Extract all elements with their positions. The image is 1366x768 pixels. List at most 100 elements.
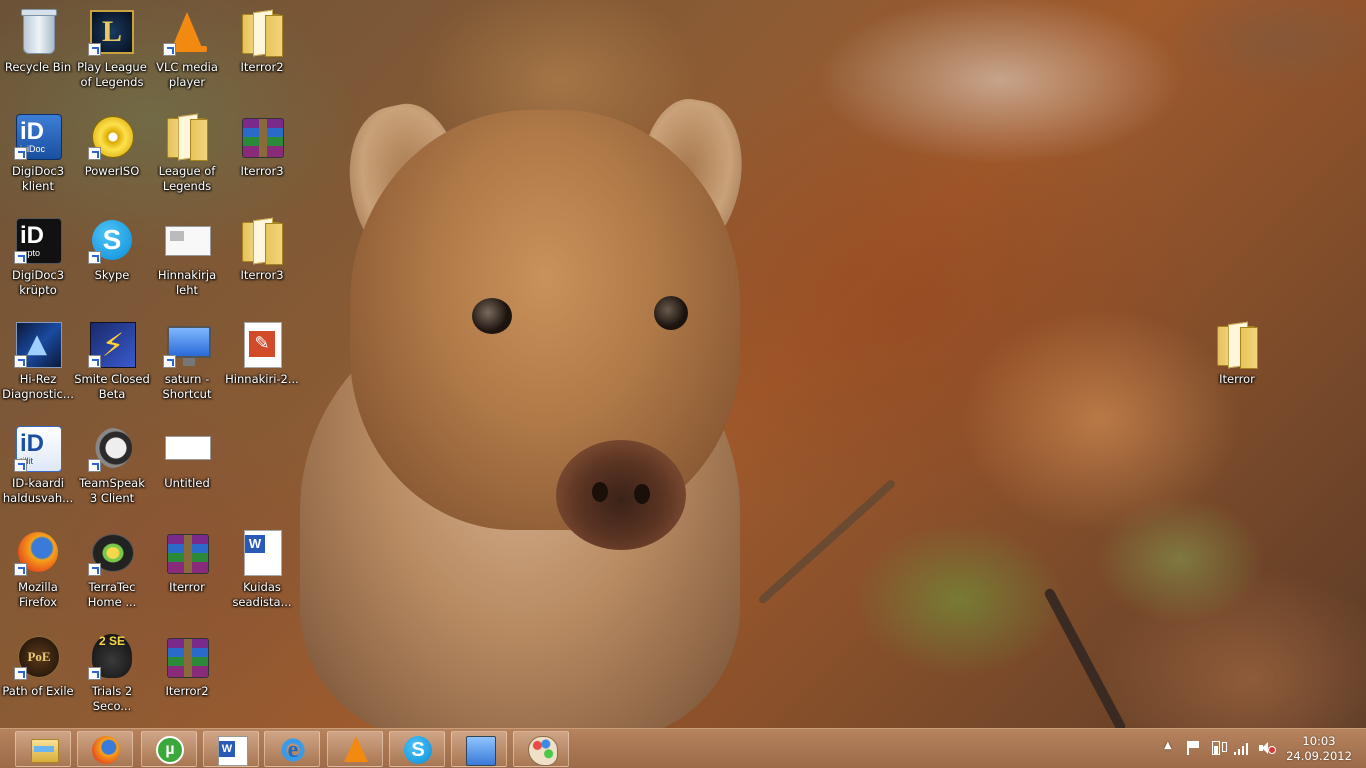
vlc-icon: [163, 8, 211, 56]
desktop-icon-hi-rez-diagnostic[interactable]: Hi-Rez Diagnostic...: [0, 320, 76, 402]
digidoc-glyph: iD: [20, 118, 44, 145]
desktop-icon-iterror3-folder[interactable]: Iterror3: [224, 216, 300, 283]
desktop-icon-mozilla-firefox[interactable]: Mozilla Firefox: [0, 528, 76, 610]
power-plug-icon: [1222, 742, 1227, 752]
desktop-icon-league-of-legends-folder[interactable]: League of Legends: [149, 112, 225, 194]
show-hidden-icons-chevron-icon[interactable]: ▲: [1164, 740, 1172, 751]
taskbar-button-internet-explorer[interactable]: e: [264, 731, 320, 767]
shortcut-arrow-icon: [14, 251, 27, 264]
skype-icon: S: [404, 736, 432, 764]
desktop-icon-iterror-archive[interactable]: Iterror: [149, 528, 225, 595]
desktop-icon-untitled[interactable]: Untitled: [149, 424, 225, 491]
taskbar-button-control-panel[interactable]: [451, 731, 507, 767]
desktop-icon-iterror-folder[interactable]: Iterror: [1199, 320, 1275, 387]
desktop-icon-path-of-exile[interactable]: PoE Path of Exile: [0, 632, 76, 699]
shortcut-arrow-icon: [88, 459, 101, 472]
desktop-icon-label: Mozilla Firefox: [18, 580, 58, 609]
desktop-icon-digidoc3-klient[interactable]: iD igiDoc DigiDoc3 klient: [0, 112, 76, 194]
wallpaper-boar-nostril: [634, 484, 650, 504]
folder-icon: [1213, 320, 1261, 369]
desktop-icon-skype[interactable]: S Skype: [74, 216, 150, 283]
desktop-icon-label: Smite Closed Beta: [74, 372, 150, 401]
desktop-icon-hinnakiri-2[interactable]: Hinnakiri-2...: [224, 320, 300, 387]
desktop-icon-label: DigiDoc3 klient: [11, 164, 65, 193]
desktop-icon-kuidas-seadista[interactable]: Kuidas seadista...: [224, 528, 300, 610]
poweriso-icon: [88, 112, 136, 160]
desktop-icon-play-league-of-legends[interactable]: L Play League of Legends: [74, 8, 150, 90]
desktop-icon-smite-closed-beta[interactable]: ⚡ Smite Closed Beta: [74, 320, 150, 402]
desktop-icon-label: Iterror3: [240, 164, 284, 178]
desktop-icon-label: Kuidas seadista...: [232, 580, 292, 609]
paint-icon: [528, 736, 558, 766]
id-card-glyph: iD: [20, 430, 44, 457]
desktop-icon-id-kaardi-haldusvahend[interactable]: iDtillit ID-kaardi haldusvah...: [0, 424, 76, 506]
firefox-icon: [92, 736, 120, 764]
wallpaper-boar-left-eye: [472, 298, 512, 334]
shortcut-arrow-icon: [88, 355, 101, 368]
desktop-icon-label: Hinnakirja leht: [157, 268, 217, 297]
desktop-icon-teamspeak3[interactable]: TeamSpeak 3 Client: [74, 424, 150, 506]
desktop-icon-label: TerraTec Home ...: [87, 580, 137, 609]
wallpaper-boar-nostril: [592, 482, 608, 502]
desktop-icon-label: Hi-Rez Diagnostic...: [2, 372, 74, 401]
digidoc-glyph: iD: [20, 222, 44, 249]
taskbar-button-firefox[interactable]: [77, 731, 133, 767]
file-explorer-icon: [31, 739, 59, 763]
shortcut-arrow-icon: [14, 355, 27, 368]
desktop-icon-iterror3-archive[interactable]: Iterror3: [224, 112, 300, 179]
wallpaper-boar-right-eye: [654, 296, 688, 330]
league-of-legends-icon: L: [88, 8, 136, 56]
desktop-icon-recycle-bin[interactable]: Recycle Bin: [0, 8, 76, 75]
shortcut-arrow-icon: [88, 147, 101, 160]
network-computer-icon: [163, 320, 211, 368]
folder-icon: [238, 216, 286, 265]
wallpaper-stick: [1043, 587, 1127, 728]
desktop-icon-terratec-home[interactable]: TerraTec Home ...: [74, 528, 150, 610]
desktop-icon-label: Hinnakiri-2...: [225, 372, 299, 386]
desktop-icon-label: ID-kaardi haldusvah...: [2, 476, 74, 505]
desktop-icon-poweriso[interactable]: PowerISO: [74, 112, 150, 179]
shortcut-arrow-icon: [88, 43, 101, 56]
desktop-icon-trials-2[interactable]: 2 SE Trials 2 Seco...: [74, 632, 150, 714]
desktop-icon-label: DigiDoc3 krüpto: [11, 268, 65, 297]
desktop-icon-label: PowerISO: [84, 164, 140, 178]
desktop-icon-label: Iterror: [169, 580, 205, 594]
vlc-icon: [344, 736, 368, 762]
taskbar-button-skype[interactable]: S: [389, 731, 445, 767]
firefox-icon: [14, 528, 62, 576]
wallpaper-twig: [757, 478, 897, 605]
taskbar-button-utorrent[interactable]: µ: [141, 731, 197, 767]
taskbar-button-vlc[interactable]: [327, 731, 383, 767]
desktop-icon-label: Play League of Legends: [77, 60, 147, 89]
desktop-icon-saturn-shortcut[interactable]: saturn - Shortcut: [149, 320, 225, 402]
internet-explorer-icon: e: [279, 736, 307, 764]
taskbar-button-word[interactable]: [203, 731, 259, 767]
desktop-icon-digidoc3-krupto[interactable]: iD rypto DigiDoc3 krüpto: [0, 216, 76, 298]
image-file-icon: [163, 424, 211, 472]
desktop-icon-label: Iterror2: [240, 60, 284, 74]
terratec-icon: [88, 528, 136, 576]
system-clock[interactable]: 10:03 24.09.2012: [1284, 734, 1354, 764]
shortcut-arrow-icon: [14, 459, 27, 472]
desktop-icon-label: saturn - Shortcut: [162, 372, 212, 401]
pdf-document-icon: [238, 320, 286, 368]
desktop-icon-hinnakirja-leht[interactable]: Hinnakirja leht: [149, 216, 225, 298]
word-document-icon: [238, 528, 286, 576]
battery-icon[interactable]: [1212, 741, 1220, 755]
clock-date: 24.09.2012: [1286, 749, 1352, 763]
taskbar-button-file-explorer[interactable]: [15, 731, 71, 767]
desktop-icon-iterror2-archive[interactable]: Iterror2: [149, 632, 225, 699]
network-signal-icon[interactable]: [1234, 741, 1250, 755]
winrar-archive-icon: [163, 632, 211, 680]
teamspeak-icon: [88, 424, 136, 472]
desktop-icon-label: Iterror2: [165, 684, 209, 698]
folder-icon: [163, 112, 211, 161]
smite-icon: ⚡: [88, 320, 136, 368]
taskbar-button-paint[interactable]: [513, 731, 569, 767]
taskbar: µ e S ▲ 10:03 24.09.2012: [0, 728, 1366, 768]
desktop-icon-vlc[interactable]: VLC media player: [149, 8, 225, 90]
action-center-flag-icon[interactable]: [1187, 741, 1199, 755]
desktop-icon-iterror2-folder[interactable]: Iterror2: [224, 8, 300, 75]
shortcut-arrow-icon: [163, 355, 176, 368]
clock-time: 10:03: [1302, 734, 1336, 748]
